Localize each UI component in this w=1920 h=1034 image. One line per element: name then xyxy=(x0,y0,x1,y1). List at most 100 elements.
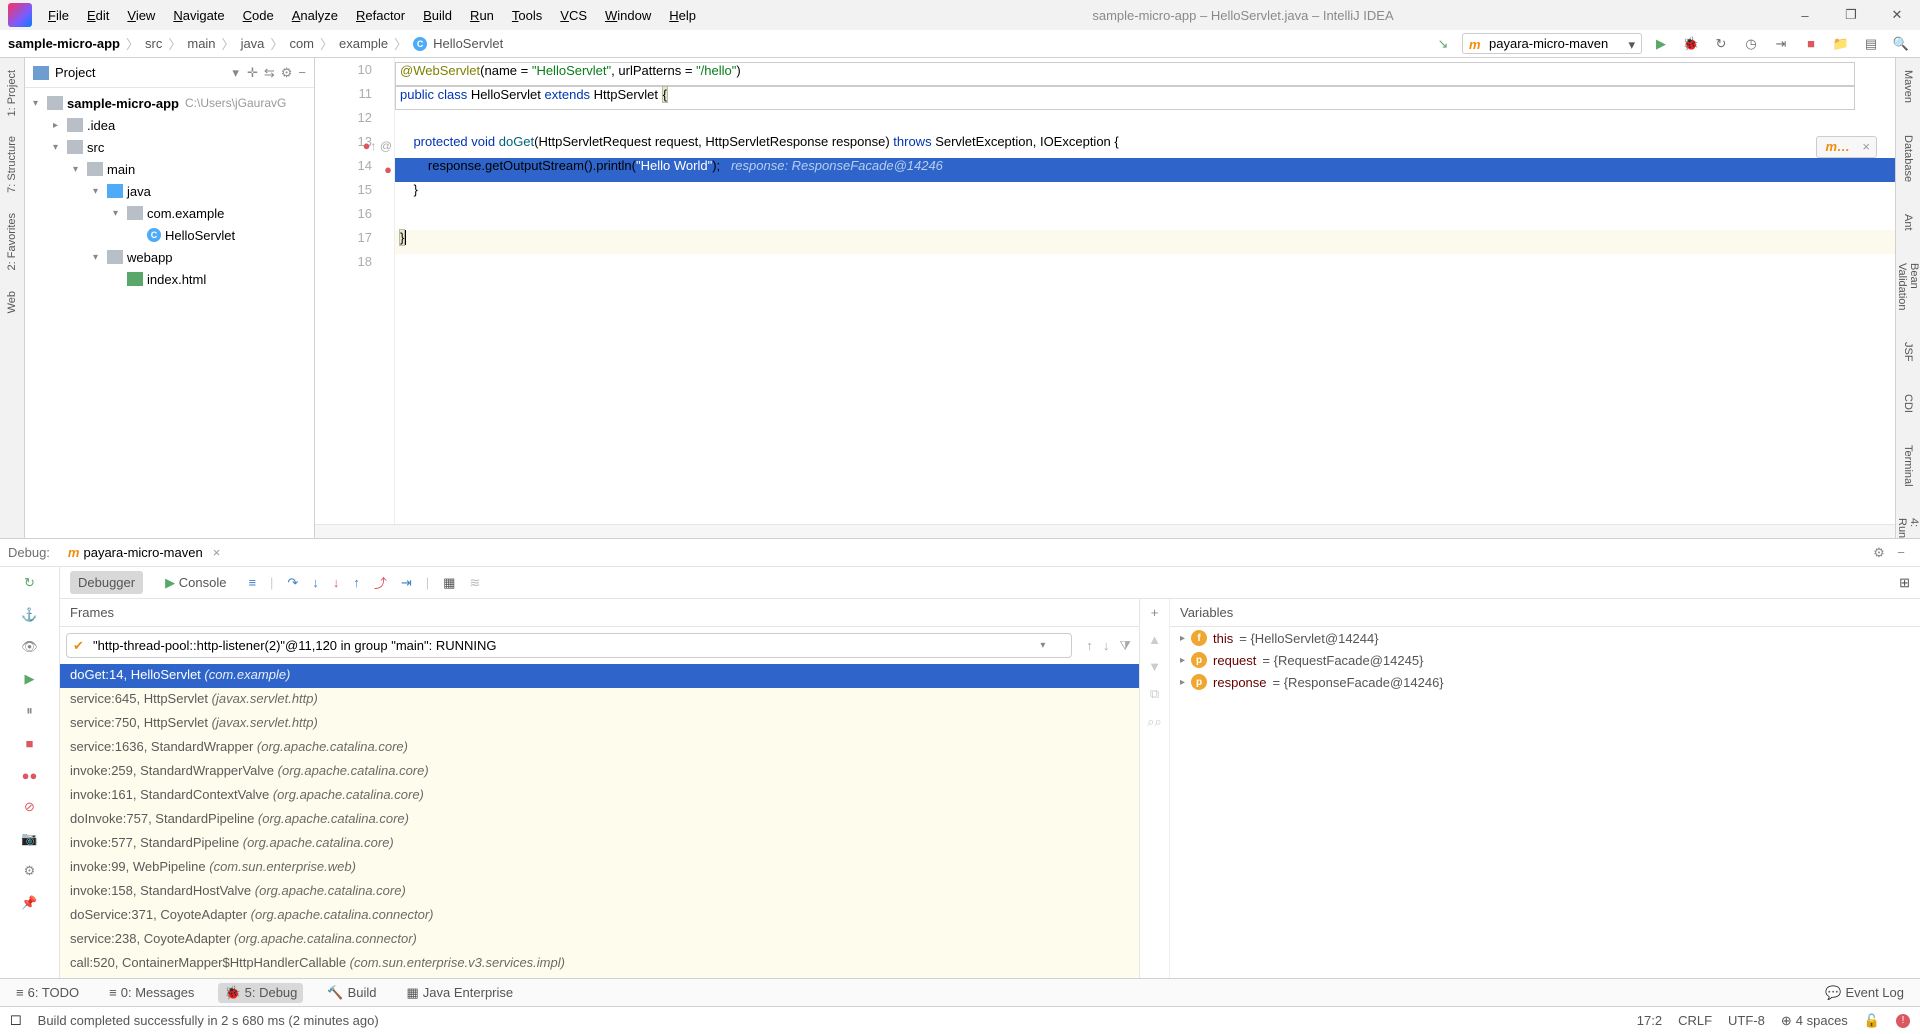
toolwindow-button[interactable]: CDI xyxy=(1902,390,1914,417)
tree-node[interactable]: ▾webapp xyxy=(25,246,314,268)
stack-frame[interactable]: doInvoke:757, StandardPipeline (org.apac… xyxy=(60,808,1139,832)
todo-toolwindow-button[interactable]: ≡6: TODO xyxy=(10,983,85,1002)
trace-icon[interactable]: ≋ xyxy=(469,575,480,591)
pin-icon[interactable]: 📌 xyxy=(20,893,40,913)
inline-hint-popup[interactable]: m…× xyxy=(1816,136,1877,158)
settings-icon[interactable]: ⚙ xyxy=(20,861,40,881)
editor-horizontal-scrollbar[interactable] xyxy=(315,524,1895,538)
menu-navigate[interactable]: Navigate xyxy=(165,4,232,27)
menu-edit[interactable]: Edit xyxy=(79,4,117,27)
menu-build[interactable]: Build xyxy=(415,4,460,27)
copy-icon[interactable]: ⧉ xyxy=(1150,686,1159,702)
variable-row[interactable]: ▸presponse = {ResponseFacade@14246} xyxy=(1170,671,1920,693)
breadcrumb-item[interactable]: HelloServlet xyxy=(433,36,503,51)
menu-analyze[interactable]: Analyze xyxy=(284,4,346,27)
layout-icon[interactable]: ⊞ xyxy=(1899,575,1910,591)
build-toolwindow-button[interactable]: 🔨Build xyxy=(321,983,382,1003)
run-to-cursor-icon[interactable]: ⇥ xyxy=(401,575,412,591)
toolwindow-button[interactable]: Bean Validation xyxy=(1896,259,1920,315)
menu-help[interactable]: Help xyxy=(661,4,704,27)
stack-frame[interactable]: invoke:577, StandardPipeline (org.apache… xyxy=(60,832,1139,856)
menu-view[interactable]: View xyxy=(119,4,163,27)
up-icon[interactable]: ▲ xyxy=(1148,632,1161,647)
profile-icon[interactable]: ◷ xyxy=(1740,33,1762,55)
next-frame-icon[interactable]: ↓ xyxy=(1103,638,1110,654)
stack-frame[interactable]: invoke:158, StandardHostValve (org.apach… xyxy=(60,880,1139,904)
locate-icon[interactable]: ✛ xyxy=(247,65,258,81)
stop-icon[interactable]: ■ xyxy=(20,733,40,753)
run-config-dropdown[interactable]: payara-micro-maven xyxy=(1462,33,1642,54)
toolwindow-button[interactable]: Ant xyxy=(1902,210,1914,235)
search-everywhere-icon[interactable]: 🔍 xyxy=(1890,33,1912,55)
tree-root[interactable]: ▾sample-micro-appC:\Users\jGauravG xyxy=(25,92,314,114)
prev-frame-icon[interactable]: ↑ xyxy=(1086,638,1093,654)
breadcrumb-item[interactable]: main xyxy=(187,36,215,51)
tree-node[interactable]: index.html xyxy=(25,268,314,290)
stack-frame[interactable]: doService:371, CoyoteAdapter (org.apache… xyxy=(60,904,1139,928)
toolwindow-button[interactable]: 2: Favorites xyxy=(6,209,18,274)
close-icon[interactable]: × xyxy=(1862,139,1870,154)
variable-row[interactable]: ▸prequest = {RequestFacade@14245} xyxy=(1170,649,1920,671)
stack-frame[interactable]: service:750, HttpServlet (javax.servlet.… xyxy=(60,712,1139,736)
variables-list[interactable]: ▸fthis = {HelloServlet@14244}▸prequest =… xyxy=(1170,627,1920,693)
caret-position[interactable]: 17:2 xyxy=(1637,1013,1662,1028)
stack-frame[interactable]: doGet:14, HelloServlet (com.example) xyxy=(60,664,1139,688)
tree-node[interactable]: ▾java xyxy=(25,180,314,202)
toolwindow-button[interactable]: JSF xyxy=(1902,338,1914,366)
indent-info[interactable]: ⊕ 4 spaces xyxy=(1781,1013,1848,1029)
hide-icon[interactable]: − xyxy=(298,65,306,81)
menu-run[interactable]: Run xyxy=(462,4,502,27)
tree-node[interactable]: ▾src xyxy=(25,136,314,158)
threads-icon[interactable]: ≡ xyxy=(248,575,256,590)
project-tree[interactable]: ▾sample-micro-appC:\Users\jGauravG▸.idea… xyxy=(25,88,314,294)
status-indicator-icon[interactable]: ☐ xyxy=(10,1013,22,1029)
structure-icon[interactable]: ▤ xyxy=(1860,33,1882,55)
project-view-title[interactable]: Project xyxy=(55,65,232,80)
breakpoints-icon[interactable]: ●● xyxy=(20,765,40,785)
debug-session-tab[interactable]: m payara-micro-maven × xyxy=(60,545,228,560)
force-step-into-icon[interactable]: ↓ xyxy=(333,575,340,590)
stack-frame[interactable]: invoke:99, WebPipeline (com.sun.enterpri… xyxy=(60,856,1139,880)
settings-icon[interactable]: ⚙ xyxy=(281,65,293,81)
thread-selector[interactable]: "http-thread-pool::http-listener(2)"@11,… xyxy=(66,633,1072,658)
menu-tools[interactable]: Tools xyxy=(504,4,550,27)
breadcrumb-item[interactable]: java xyxy=(241,36,265,51)
breadcrumb-item[interactable]: com xyxy=(289,36,314,51)
menu-code[interactable]: Code xyxy=(235,4,282,27)
modify-run-icon[interactable]: ⚓ xyxy=(20,605,40,625)
variable-row[interactable]: ▸fthis = {HelloServlet@14244} xyxy=(1170,627,1920,649)
tree-node[interactable]: ▾com.example xyxy=(25,202,314,224)
console-tab[interactable]: ▶ Console xyxy=(157,571,234,595)
rerun-icon[interactable]: ↻ xyxy=(20,573,40,593)
resume-icon[interactable]: ▶ xyxy=(20,669,40,689)
stack-frame[interactable]: invoke:259, StandardWrapperValve (org.ap… xyxy=(60,760,1139,784)
debugger-tab[interactable]: Debugger xyxy=(70,571,143,594)
build-icon[interactable]: ↘ xyxy=(1432,33,1454,55)
error-indicator-icon[interactable]: ! xyxy=(1896,1014,1910,1028)
stack-frame[interactable]: call:520, ContainerMapper$HttpHandlerCal… xyxy=(60,952,1139,976)
close-button[interactable]: ✕ xyxy=(1874,0,1920,30)
evaluate-icon[interactable]: ▦ xyxy=(443,575,455,591)
menu-file[interactable]: File xyxy=(40,4,77,27)
readonly-lock-icon[interactable]: 🔓 xyxy=(1864,1013,1880,1029)
menu-refactor[interactable]: Refactor xyxy=(348,4,413,27)
tree-node[interactable]: ▾main xyxy=(25,158,314,180)
breadcrumb-item[interactable]: example xyxy=(339,36,388,51)
line-separator[interactable]: CRLF xyxy=(1678,1013,1712,1028)
stack-frame[interactable]: invoke:161, StandardContextValve (org.ap… xyxy=(60,784,1139,808)
stack-frame[interactable]: service:1636, StandardWrapper (org.apach… xyxy=(60,736,1139,760)
debug-icon[interactable]: 🐞 xyxy=(1680,33,1702,55)
step-out-icon[interactable]: ↑ xyxy=(353,575,360,590)
menu-window[interactable]: Window xyxy=(597,4,659,27)
messages-toolwindow-button[interactable]: ≡0: Messages xyxy=(103,983,200,1002)
view-breakpoints-icon[interactable]: 👁 xyxy=(20,637,40,657)
menu-vcs[interactable]: VCS xyxy=(552,4,595,27)
toolwindow-button[interactable]: Web xyxy=(6,287,18,317)
breadcrumb-item[interactable]: sample-micro-app xyxy=(8,36,120,51)
run-icon[interactable]: ▶ xyxy=(1650,33,1672,55)
glasses-icon[interactable]: ⌕⌕ xyxy=(1147,714,1162,730)
minimize-button[interactable]: – xyxy=(1782,0,1828,30)
coverage-icon[interactable]: ↻ xyxy=(1710,33,1732,55)
pause-icon[interactable]: ⏸ xyxy=(20,701,40,721)
frames-list[interactable]: doGet:14, HelloServlet (com.example) serv… xyxy=(60,664,1139,978)
